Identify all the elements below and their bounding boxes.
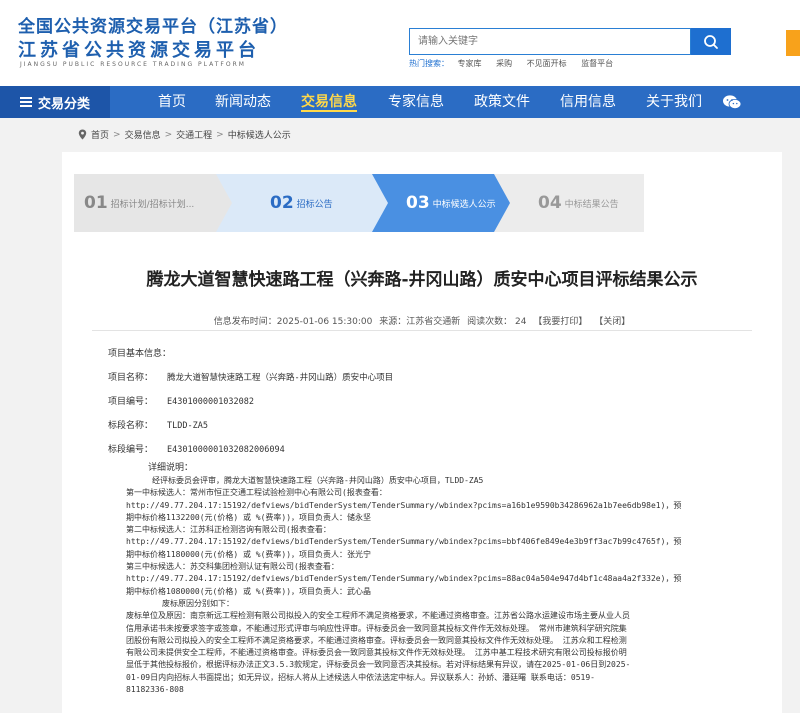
site-header: 全国公共资源交易平台（江苏省） 江苏省公共资源交易平台 JIANGSU PUBL… <box>0 0 800 86</box>
hot-search: 热门搜索： 专家库 采购 不见面开标 监督平台 <box>409 58 625 69</box>
body-line: 经评标委员会评审，腾龙大道智慧快速路工程（兴奔路-井冈山路）质安中心项目，TLD… <box>152 476 484 485</box>
project-no-label: 项目编号： <box>108 397 154 407</box>
body-line: 期中标价格1080000(元(价格) 或 %(费率))，项目负责人：武心晶 <box>126 586 372 596</box>
category-menu-button[interactable]: 交易分类 <box>0 86 110 118</box>
breadcrumb-home[interactable]: 首页 <box>91 128 109 141</box>
step-result-notice[interactable]: 04 中标结果公告 <box>494 174 644 232</box>
body-line: 团股份有限公司拟投入的安全工程师不满足资格要求，不能通过资格审查。评标委员会一致… <box>126 635 627 645</box>
step-tender-notice[interactable]: 02 招标公告 <box>216 174 396 232</box>
breadcrumb-separator: > <box>113 129 121 140</box>
search-button[interactable] <box>691 28 731 55</box>
hot-search-item[interactable]: 监督平台 <box>581 59 613 68</box>
body-line: 信用承诺书未按要求签字或签章，不能通过形式评审与响应性评审。评标委员会一致同意其… <box>126 623 627 633</box>
hot-search-item[interactable]: 采购 <box>496 59 512 68</box>
body-line: 第一中标候选人：常州市恒正交通工程试验检测中心有限公司(报表查看： <box>126 488 387 498</box>
step-number: 01 <box>84 193 108 213</box>
logo-title-national[interactable]: 全国公共资源交易平台（江苏省） <box>18 12 288 37</box>
body-line: 废标单位及原因：南京新远工程检测有限公司拟投入的安全工程师不满足资格要求，不能通… <box>126 611 630 621</box>
step-label: 招标计划/招标计划... <box>110 199 195 210</box>
process-steps: 01 招标计划/招标计划... 02 招标公告 03 中标候选人公示 04 中标… <box>74 174 644 232</box>
article-meta: 信息发布时间：2025-01-06 15:30:00 来源：江苏省交通新 阅读次… <box>62 314 782 327</box>
location-pin-icon <box>78 129 87 140</box>
nav-item-policy-docs[interactable]: 政策文件 <box>474 86 530 118</box>
breadcrumb: 首页 > 交易信息 > 交通工程 > 中标候选人公示 <box>78 128 291 141</box>
nav-item-trading-info[interactable]: 交易信息 <box>301 86 357 118</box>
menu-icon <box>19 97 32 107</box>
nav-item-credit-info[interactable]: 信用信息 <box>560 86 616 118</box>
body-line: 废标原因分别如下： <box>162 598 234 608</box>
search-input[interactable] <box>409 28 691 55</box>
side-login-tab[interactable] <box>786 30 800 56</box>
body-line[interactable]: http://49.77.204.17:15192/defviews/bidTe… <box>126 536 776 548</box>
step-label: 中标候选人公示 <box>432 199 496 210</box>
project-no-value: E4301000001032082 <box>167 397 255 407</box>
body-line: 01-09日内向招标人书面提出；如无异议，招标人将从上述候选人中依法选定中标人。… <box>126 672 595 682</box>
step-label: 中标结果公告 <box>564 199 619 210</box>
body-line: 81182336-808 <box>126 685 184 695</box>
body-line: 期中标价格1180000(元(价格) 或 %(费率))，项目负责人：张光宁 <box>126 549 372 559</box>
print-link[interactable]: 【我要打印】 <box>533 317 587 327</box>
hot-search-item[interactable]: 专家库 <box>458 59 482 68</box>
step-label: 招标公告 <box>296 199 333 210</box>
project-name-value: 腾龙大道智慧快速路工程（兴奔路-井冈山路）质安中心项目 <box>167 373 394 383</box>
body-line: 第三中标候选人：苏交科集团检测认证有限公司(报表查看： <box>126 562 339 572</box>
section-name-label: 标段名称： <box>108 421 154 431</box>
view-count: 阅读次数： 24 <box>467 317 527 327</box>
breadcrumb-trading-info[interactable]: 交易信息 <box>125 128 161 141</box>
article-title: 腾龙大道智慧快速路工程（兴奔路-井冈山路）质安中心项目评标结果公示 <box>146 270 698 290</box>
body-line: 有限公司未提供安全工程师，不能通过资格审查。评标委员会一致同意其投标文件作无效标… <box>126 648 627 658</box>
section-no-value: E4301000001032082006094 <box>167 445 285 455</box>
logo-english-subtitle: JIANGSU PUBLIC RESOURCE TRADING PLATFORM <box>20 61 246 68</box>
body-line: 显低于其他投标报价，根据评标办法正文3.5.3款规定，评标委员会一致同意否决其投… <box>126 660 631 670</box>
body-line: 期中标价格1132200(元(价格) 或 %(费率))，项目负责人：储永坚 <box>126 512 372 522</box>
search-icon <box>704 34 718 49</box>
content-panel: 01 招标计划/招标计划... 02 招标公告 03 中标候选人公示 04 中标… <box>62 152 782 713</box>
breadcrumb-separator: > <box>164 129 173 140</box>
hot-search-item[interactable]: 不见面开标 <box>527 59 567 68</box>
divider <box>92 330 752 331</box>
step-number: 02 <box>270 193 294 213</box>
article-body: 经评标委员会评审，腾龙大道智慧快速路工程（兴奔路-井冈山路）质安中心项目，TLD… <box>126 475 776 696</box>
body-line[interactable]: http://49.77.204.17:15192/defviews/bidTe… <box>126 500 776 512</box>
breadcrumb-current: 中标候选人公示 <box>227 131 291 141</box>
section-no-row: 标段编号： E4301000001032082006094 <box>108 442 285 455</box>
category-menu-label: 交易分类 <box>37 96 90 112</box>
nav-item-news[interactable]: 新闻动态 <box>215 86 271 118</box>
project-no-row: 项目编号： E4301000001032082 <box>108 394 254 407</box>
close-link[interactable]: 【关闭】 <box>594 317 630 327</box>
detail-heading: 详细说明： <box>148 463 194 473</box>
body-line: 第二中标候选人：江苏科正检测咨询有限公司(报表查看： <box>126 525 331 535</box>
publish-time: 信息发布时间：2025-01-06 15:30:00 <box>213 317 373 327</box>
nav-item-expert-info[interactable]: 专家信息 <box>388 86 444 118</box>
section-no-label: 标段编号： <box>108 445 154 455</box>
breadcrumb-traffic-engineering[interactable]: 交通工程 <box>176 128 212 141</box>
breadcrumb-separator: > <box>216 129 224 140</box>
step-number: 04 <box>538 193 562 213</box>
section-name-row: 标段名称： TLDD-ZA5 <box>108 418 208 431</box>
wechat-icon[interactable] <box>722 94 742 110</box>
article-source: 来源：江苏省交通新 <box>379 317 461 327</box>
body-line[interactable]: http://49.77.204.17:15192/defviews/bidTe… <box>126 573 776 585</box>
project-name-row: 项目名称： 腾龙大道智慧快速路工程（兴奔路-井冈山路）质安中心项目 <box>108 370 393 383</box>
logo-title-provincial[interactable]: 江苏省公共资源交易平台 <box>18 36 260 62</box>
hot-search-label: 热门搜索： <box>409 59 449 68</box>
main-nav: 交易分类 首页 新闻动态 交易信息 专家信息 政策文件 信用信息 关于我们 <box>0 86 800 118</box>
step-number: 03 <box>406 193 430 213</box>
nav-item-about-us[interactable]: 关于我们 <box>646 86 702 118</box>
nav-item-home[interactable]: 首页 <box>158 86 186 118</box>
project-name-label: 项目名称： <box>108 373 154 383</box>
section-name-value: TLDD-ZA5 <box>167 421 208 431</box>
basic-info-heading: 项目基本信息： <box>108 349 172 359</box>
